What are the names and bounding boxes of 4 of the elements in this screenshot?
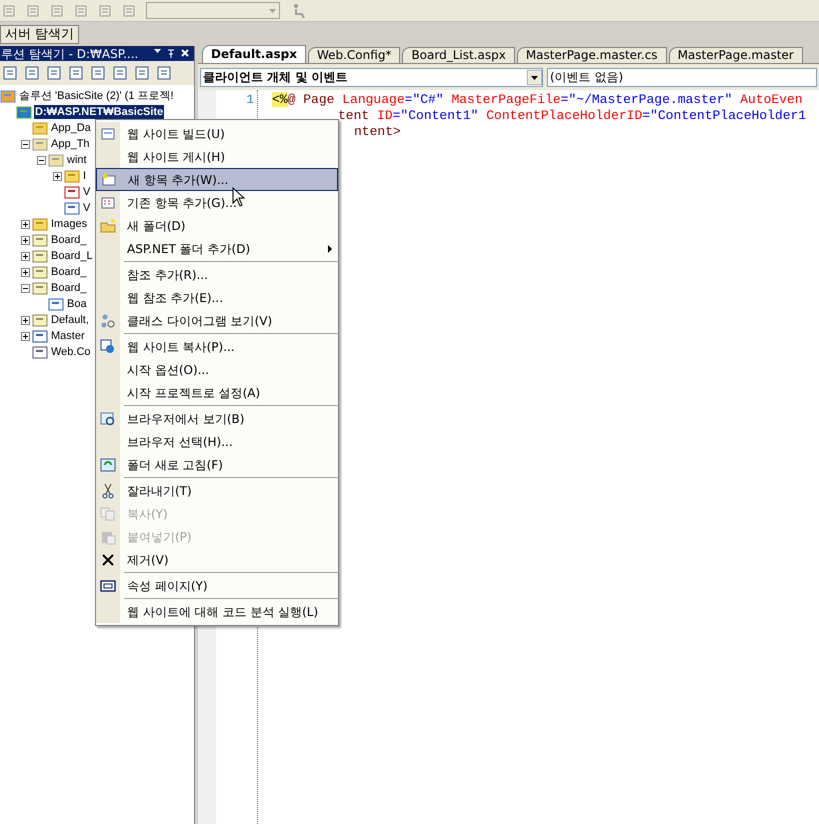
panel-title: 루션 탐색기 - D:₩ASP....	[1, 46, 138, 60]
code-line: tent ID="Content1" ContentPlaceHolderID="ContentPlaceHolder1	[337, 108, 806, 124]
line-number: 1	[246, 92, 254, 107]
code-line: ntent>	[353, 124, 402, 140]
